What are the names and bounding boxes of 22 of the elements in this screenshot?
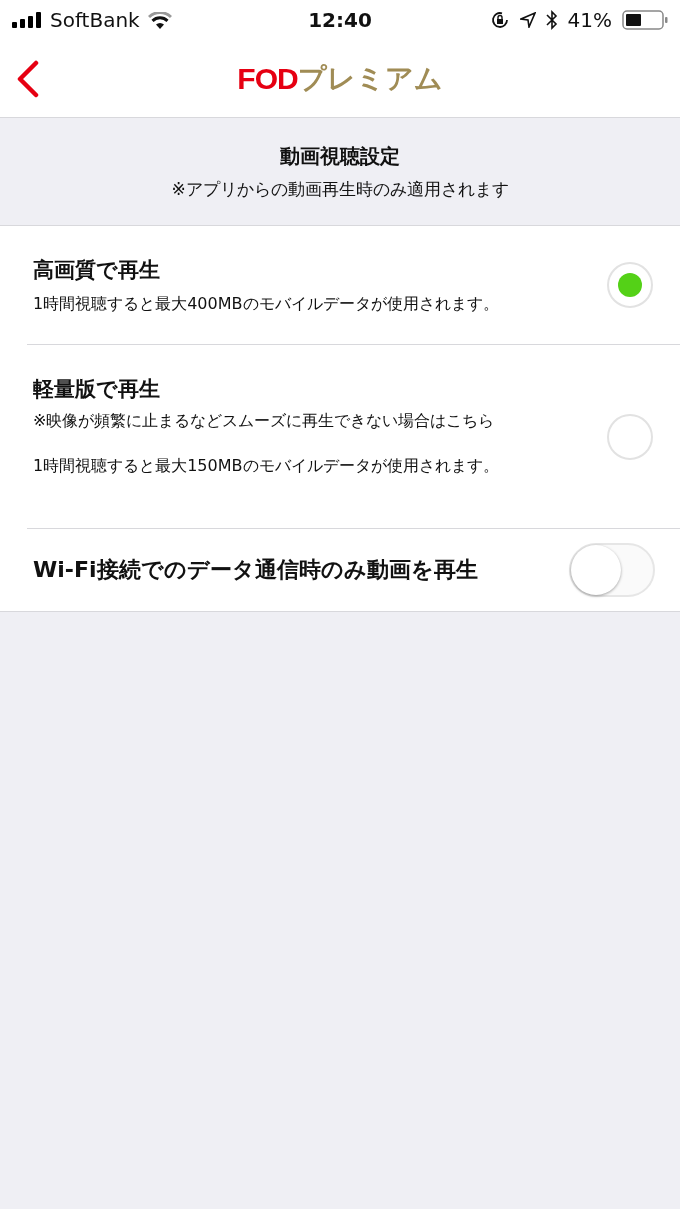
option-label: Wi-Fi接続でのデータ通信時のみ動画を再生 (33, 556, 479, 584)
logo-suffix: プレミアム (297, 60, 443, 97)
logo-brand: FOD (237, 61, 298, 96)
option-label: 軽量版で再生 (33, 376, 161, 403)
section-subtitle: ※アプリからの動画再生時のみ適用されます (171, 177, 509, 201)
battery-percent: 41% (567, 8, 612, 32)
battery-icon (622, 10, 668, 30)
option-description: 1時間視聴すると最大400MBのモバイルデータが使用されます。 (33, 293, 500, 315)
toggle-switch[interactable] (569, 543, 655, 597)
bluetooth-icon (545, 10, 558, 30)
option-description: 1時間視聴すると最大150MBのモバイルデータが使用されます。 (33, 455, 500, 477)
option-label: 高画質で再生 (33, 257, 161, 284)
wifi-icon (147, 11, 172, 29)
carrier-name: SoftBank (50, 8, 140, 32)
option-note: ※映像が頻繁に止まるなどスムーズに再生できない場合はこちら (33, 411, 496, 432)
radio-button[interactable] (607, 262, 653, 308)
radio-button[interactable] (607, 413, 653, 460)
section-title: 動画視聴設定 (280, 142, 400, 170)
location-icon (519, 12, 536, 28)
rotation-lock-icon (489, 10, 510, 30)
clock-time: 12:40 (308, 8, 372, 32)
signal-icon (12, 12, 42, 28)
